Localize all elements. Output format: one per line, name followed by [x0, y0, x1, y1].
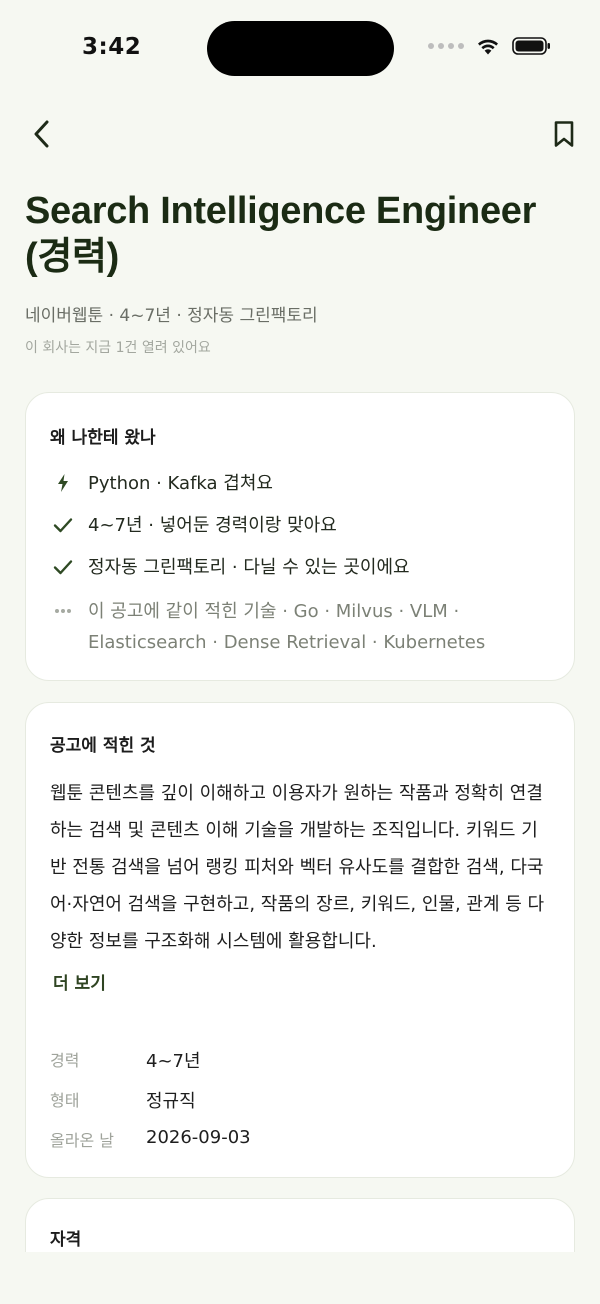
battery-icon: [512, 37, 550, 55]
job-title: Search Intelligence Engineer (경력): [25, 190, 537, 278]
check-icon: [52, 513, 74, 537]
reason-item: Python · Kafka 겹쳐요: [52, 471, 552, 499]
show-more-button[interactable]: 더 보기: [53, 969, 106, 994]
bookmark-button[interactable]: [544, 114, 584, 154]
status-time: 3:42: [82, 34, 142, 60]
info-value: 정규직: [146, 1091, 196, 1112]
posting-card-title: 공고에 적힌 것: [50, 736, 156, 756]
status-icons: [428, 36, 552, 56]
why-card-title: 왜 나한테 왔나: [50, 428, 156, 448]
more-dots-icon: [52, 599, 74, 623]
posting-card: 공고에 적힌 것 웹툰 콘텐츠를 깊이 이해하고 이용자가 원하는 작품과 정확…: [25, 702, 575, 1178]
info-row-employment-type: 형태 정규직: [50, 1087, 530, 1113]
signal-icon: [428, 43, 464, 49]
reason-item: 이 공고에 같이 적힌 기술 · Go · Milvus · VLM · Ela…: [52, 599, 552, 658]
info-value: 2026-09-03: [146, 1127, 251, 1148]
dynamic-island: [207, 21, 394, 76]
bookmark-icon: [554, 121, 574, 147]
qualifications-card-title: 자격: [50, 1230, 82, 1250]
info-row-experience: 경력 4~7년: [50, 1047, 530, 1073]
reason-text: 4~7년 · 넣어둔 경력이랑 맞아요: [88, 515, 337, 536]
reason-item: 4~7년 · 넣어둔 경력이랑 맞아요: [52, 513, 552, 541]
bottom-safe-area: [0, 1252, 600, 1304]
reason-text: Python · Kafka 겹쳐요: [88, 473, 273, 494]
reason-item: 정자동 그린팩토리 · 다닐 수 있는 곳이에요: [52, 555, 552, 583]
reason-text: 정자동 그린팩토리 · 다닐 수 있는 곳이에요: [88, 557, 410, 578]
info-label: 경력: [50, 1051, 80, 1070]
chevron-left-icon: [34, 120, 49, 148]
back-button[interactable]: [22, 114, 62, 154]
posting-description: 웹툰 콘텐츠를 깊이 이해하고 이용자가 원하는 작품과 정확히 연결하는 검색…: [50, 783, 545, 952]
check-icon: [52, 555, 74, 579]
info-row-posted-date: 올라온 날 2026-09-03: [50, 1127, 530, 1151]
reason-text: 이 공고에 같이 적힌 기술 · Go · Milvus · VLM · Ela…: [88, 601, 486, 653]
company-open-count: 이 회사는 지금 1건 열려 있어요: [25, 340, 211, 356]
top-nav: [0, 110, 600, 158]
info-label: 형태: [50, 1091, 80, 1110]
wifi-icon: [478, 39, 498, 55]
status-bar: 3:42: [0, 0, 600, 96]
bolt-icon: [52, 471, 74, 495]
why-card: 왜 나한테 왔나 Python · Kafka 겹쳐요 4~7년 · 넣어둔 경…: [25, 392, 575, 681]
job-meta: 네이버웹툰 · 4~7년 · 정자동 그린팩토리: [25, 306, 318, 326]
info-value: 4~7년: [146, 1051, 201, 1072]
info-label: 올라온 날: [50, 1131, 114, 1150]
